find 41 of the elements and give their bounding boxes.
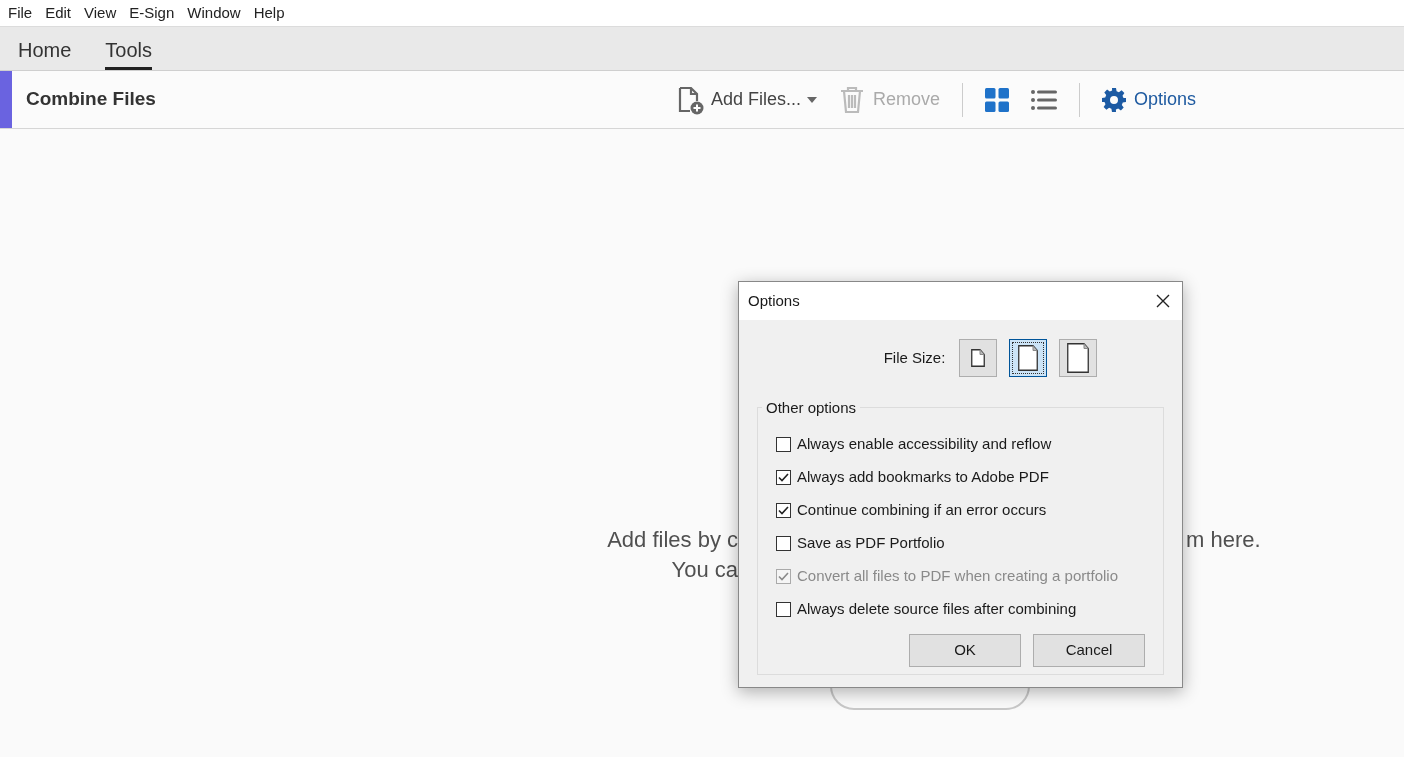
file-size-button[interactable]: [1009, 339, 1048, 377]
tab[interactable]: Home: [18, 27, 72, 70]
file-size-button[interactable]: [1059, 339, 1098, 377]
checkbox[interactable]: [776, 437, 791, 452]
file-size-label: File Size:: [883, 347, 946, 368]
checkbox[interactable]: [776, 503, 791, 518]
menu-item[interactable]: Window: [187, 1, 241, 25]
options-button[interactable]: Options: [1101, 86, 1196, 113]
menu-item[interactable]: View: [84, 1, 117, 25]
option-label: Continue combining if an error occurs: [797, 500, 1047, 521]
grid-view-icon[interactable]: [984, 87, 1009, 112]
caret-icon: [806, 96, 817, 103]
page-icon: [1018, 345, 1039, 371]
checkbox[interactable]: [776, 602, 791, 617]
trash-icon: [838, 85, 865, 114]
option-label: Always add bookmarks to Adobe PDF: [797, 467, 1049, 488]
settings-icon: [1101, 87, 1126, 112]
page-icon: [1067, 343, 1090, 373]
checkbox[interactable]: [776, 470, 791, 485]
menu-item[interactable]: Help: [253, 1, 285, 25]
menu-item[interactable]: File: [8, 1, 33, 25]
dialog-button[interactable]: OK: [909, 634, 1021, 667]
dialog-button[interactable]: Cancel: [1033, 634, 1145, 667]
add-files-button[interactable]: Add Files...: [674, 84, 817, 115]
file-size-button[interactable]: [959, 339, 998, 377]
list-view-icon[interactable]: [1030, 88, 1057, 111]
checkbox[interactable]: [776, 536, 791, 551]
accent-bar: [0, 71, 12, 128]
instruction-text: You ca: [671, 556, 738, 584]
option-label: Always enable accessibility and reflow: [797, 434, 1052, 455]
option-label: Always delete source files after combining: [797, 599, 1077, 620]
menu-item[interactable]: Edit: [45, 1, 72, 25]
instruction-text: Add files by c: [607, 526, 738, 554]
menu-item[interactable]: E-Sign: [129, 1, 175, 25]
page-icon: [971, 349, 986, 367]
option-label: Convert all files to PDF when creating a portfolio: [797, 566, 1118, 587]
tool-title: Combine Files: [26, 87, 156, 112]
option-label: Save as PDF Portfolio: [797, 533, 945, 554]
instruction-text: m here.: [1186, 526, 1261, 554]
close-icon[interactable]: [1156, 294, 1170, 308]
dialog-title: Options: [748, 290, 800, 311]
